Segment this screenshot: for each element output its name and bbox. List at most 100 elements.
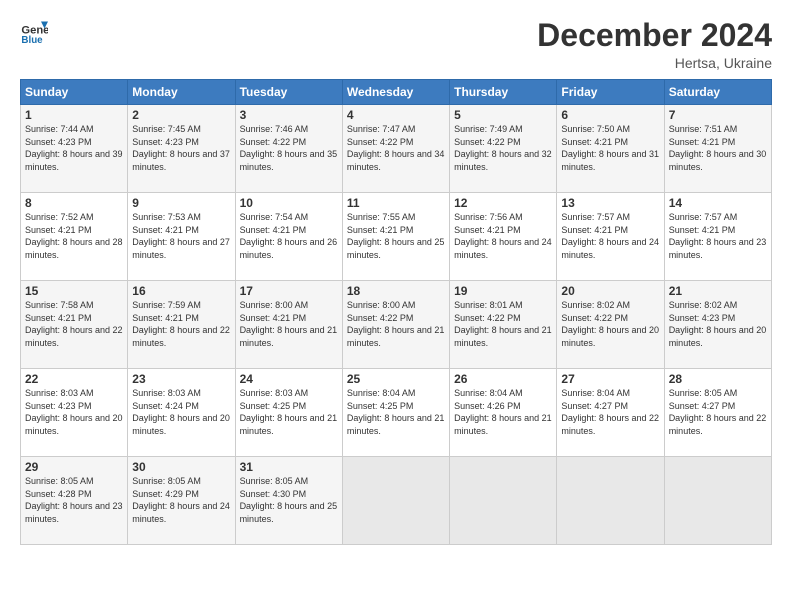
day-info: Sunrise: 7:44 AMSunset: 4:23 PMDaylight:… <box>25 124 123 172</box>
day-number: 17 <box>240 284 338 298</box>
day-number: 14 <box>669 196 767 210</box>
day-cell: 9Sunrise: 7:53 AMSunset: 4:21 PMDaylight… <box>128 193 235 281</box>
day-number: 11 <box>347 196 445 210</box>
day-number: 18 <box>347 284 445 298</box>
day-info: Sunrise: 7:52 AMSunset: 4:21 PMDaylight:… <box>25 212 123 260</box>
day-cell: 14 Sunrise: 7:57 AMSunset: 4:21 PMDayligh… <box>664 193 771 281</box>
title-block: December 2024 Hertsa, Ukraine <box>537 18 772 71</box>
day-cell: 2 Sunrise: 7:45 AMSunset: 4:23 PMDaylight… <box>128 105 235 193</box>
calendar-body: 1 Sunrise: 7:44 AMSunset: 4:23 PMDaylight… <box>21 105 772 545</box>
day-cell: 20Sunrise: 8:02 AMSunset: 4:22 PMDayligh… <box>557 281 664 369</box>
day-info: Sunrise: 8:04 AMSunset: 4:25 PMDaylight:… <box>347 388 445 436</box>
day-number: 26 <box>454 372 552 386</box>
header: General Blue December 2024 Hertsa, Ukrai… <box>20 18 772 71</box>
day-info: Sunrise: 8:04 AMSunset: 4:26 PMDaylight:… <box>454 388 552 436</box>
day-number: 22 <box>25 372 123 386</box>
day-info: Sunrise: 7:58 AMSunset: 4:21 PMDaylight:… <box>25 300 123 348</box>
day-number: 12 <box>454 196 552 210</box>
day-cell: 16 Sunrise: 7:59 AMSunset: 4:21 PMDayligh… <box>128 281 235 369</box>
day-info: Sunrise: 8:05 AMSunset: 4:27 PMDaylight:… <box>669 388 767 436</box>
day-cell: 26 Sunrise: 8:04 AMSunset: 4:26 PMDayligh… <box>450 369 557 457</box>
day-info: Sunrise: 8:03 AMSunset: 4:24 PMDaylight:… <box>132 388 230 436</box>
day-number: 27 <box>561 372 659 386</box>
logo: General Blue <box>20 18 48 46</box>
svg-text:Blue: Blue <box>21 35 43 46</box>
day-info: Sunrise: 8:02 AMSunset: 4:23 PMDaylight:… <box>669 300 767 348</box>
calendar-page: General Blue December 2024 Hertsa, Ukrai… <box>0 0 792 612</box>
day-info: Sunrise: 8:03 AMSunset: 4:25 PMDaylight:… <box>240 388 338 436</box>
day-number: 13 <box>561 196 659 210</box>
day-info: Sunrise: 8:04 AMSunset: 4:27 PMDaylight:… <box>561 388 659 436</box>
day-cell <box>342 457 449 545</box>
day-cell: 22 Sunrise: 8:03 AMSunset: 4:23 PMDayligh… <box>21 369 128 457</box>
location: Hertsa, Ukraine <box>537 55 772 71</box>
logo-icon: General Blue <box>20 18 48 46</box>
day-cell <box>664 457 771 545</box>
day-info: Sunrise: 7:59 AMSunset: 4:21 PMDaylight:… <box>132 300 230 348</box>
day-number: 1 <box>25 108 123 122</box>
day-cell: 21Sunrise: 8:02 AMSunset: 4:23 PMDayligh… <box>664 281 771 369</box>
day-cell: 3 Sunrise: 7:46 AMSunset: 4:22 PMDaylight… <box>235 105 342 193</box>
day-number: 6 <box>561 108 659 122</box>
day-info: Sunrise: 8:05 AMSunset: 4:29 PMDaylight:… <box>132 476 230 524</box>
day-cell: 10Sunrise: 7:54 AMSunset: 4:21 PMDayligh… <box>235 193 342 281</box>
weekday-sunday: Sunday <box>21 80 128 105</box>
day-cell: 18Sunrise: 8:00 AMSunset: 4:22 PMDayligh… <box>342 281 449 369</box>
day-info: Sunrise: 8:05 AMSunset: 4:30 PMDaylight:… <box>240 476 338 524</box>
day-cell: 15Sunrise: 7:58 AMSunset: 4:21 PMDayligh… <box>21 281 128 369</box>
day-cell: 30 Sunrise: 8:05 AMSunset: 4:29 PMDayligh… <box>128 457 235 545</box>
weekday-thursday: Thursday <box>450 80 557 105</box>
day-info: Sunrise: 7:50 AMSunset: 4:21 PMDaylight:… <box>561 124 659 172</box>
day-info: Sunrise: 7:55 AMSunset: 4:21 PMDaylight:… <box>347 212 445 260</box>
day-cell: 6 Sunrise: 7:50 AMSunset: 4:21 PMDaylight… <box>557 105 664 193</box>
day-number: 7 <box>669 108 767 122</box>
day-cell: 4Sunrise: 7:47 AMSunset: 4:22 PMDaylight… <box>342 105 449 193</box>
day-number: 8 <box>25 196 123 210</box>
day-info: Sunrise: 7:46 AMSunset: 4:22 PMDaylight:… <box>240 124 338 172</box>
day-info: Sunrise: 8:05 AMSunset: 4:28 PMDaylight:… <box>25 476 123 524</box>
day-number: 4 <box>347 108 445 122</box>
day-cell: 24Sunrise: 8:03 AMSunset: 4:25 PMDayligh… <box>235 369 342 457</box>
day-info: Sunrise: 7:57 AMSunset: 4:21 PMDaylight:… <box>669 212 767 260</box>
day-number: 10 <box>240 196 338 210</box>
day-info: Sunrise: 7:56 AMSunset: 4:21 PMDaylight:… <box>454 212 552 260</box>
day-cell: 19 Sunrise: 8:01 AMSunset: 4:22 PMDayligh… <box>450 281 557 369</box>
day-number: 25 <box>347 372 445 386</box>
day-cell: 25 Sunrise: 8:04 AMSunset: 4:25 PMDayligh… <box>342 369 449 457</box>
day-number: 2 <box>132 108 230 122</box>
day-cell: 23 Sunrise: 8:03 AMSunset: 4:24 PMDayligh… <box>128 369 235 457</box>
day-number: 3 <box>240 108 338 122</box>
day-info: Sunrise: 7:57 AMSunset: 4:21 PMDaylight:… <box>561 212 659 260</box>
day-cell: 8 Sunrise: 7:52 AMSunset: 4:21 PMDaylight… <box>21 193 128 281</box>
day-info: Sunrise: 8:03 AMSunset: 4:23 PMDaylight:… <box>25 388 123 436</box>
day-number: 30 <box>132 460 230 474</box>
day-cell: 17Sunrise: 8:00 AMSunset: 4:21 PMDayligh… <box>235 281 342 369</box>
day-number: 19 <box>454 284 552 298</box>
week-row-3: 15Sunrise: 7:58 AMSunset: 4:21 PMDayligh… <box>21 281 772 369</box>
day-info: Sunrise: 7:45 AMSunset: 4:23 PMDaylight:… <box>132 124 230 172</box>
day-cell: 28 Sunrise: 8:05 AMSunset: 4:27 PMDayligh… <box>664 369 771 457</box>
week-row-5: 29 Sunrise: 8:05 AMSunset: 4:28 PMDayligh… <box>21 457 772 545</box>
weekday-monday: Monday <box>128 80 235 105</box>
month-title: December 2024 <box>537 18 772 53</box>
day-info: Sunrise: 7:51 AMSunset: 4:21 PMDaylight:… <box>669 124 767 172</box>
weekday-saturday: Saturday <box>664 80 771 105</box>
day-cell: 5Sunrise: 7:49 AMSunset: 4:22 PMDaylight… <box>450 105 557 193</box>
day-cell: 1 Sunrise: 7:44 AMSunset: 4:23 PMDaylight… <box>21 105 128 193</box>
day-number: 29 <box>25 460 123 474</box>
day-number: 9 <box>132 196 230 210</box>
day-cell: 31Sunrise: 8:05 AMSunset: 4:30 PMDayligh… <box>235 457 342 545</box>
day-number: 16 <box>132 284 230 298</box>
week-row-1: 1 Sunrise: 7:44 AMSunset: 4:23 PMDaylight… <box>21 105 772 193</box>
day-number: 28 <box>669 372 767 386</box>
weekday-wednesday: Wednesday <box>342 80 449 105</box>
day-number: 23 <box>132 372 230 386</box>
weekday-header-row: SundayMondayTuesdayWednesdayThursdayFrid… <box>21 80 772 105</box>
day-info: Sunrise: 8:01 AMSunset: 4:22 PMDaylight:… <box>454 300 552 348</box>
day-info: Sunrise: 7:49 AMSunset: 4:22 PMDaylight:… <box>454 124 552 172</box>
day-cell: 12 Sunrise: 7:56 AMSunset: 4:21 PMDayligh… <box>450 193 557 281</box>
day-number: 20 <box>561 284 659 298</box>
calendar-table: SundayMondayTuesdayWednesdayThursdayFrid… <box>20 79 772 545</box>
weekday-friday: Friday <box>557 80 664 105</box>
day-cell <box>557 457 664 545</box>
